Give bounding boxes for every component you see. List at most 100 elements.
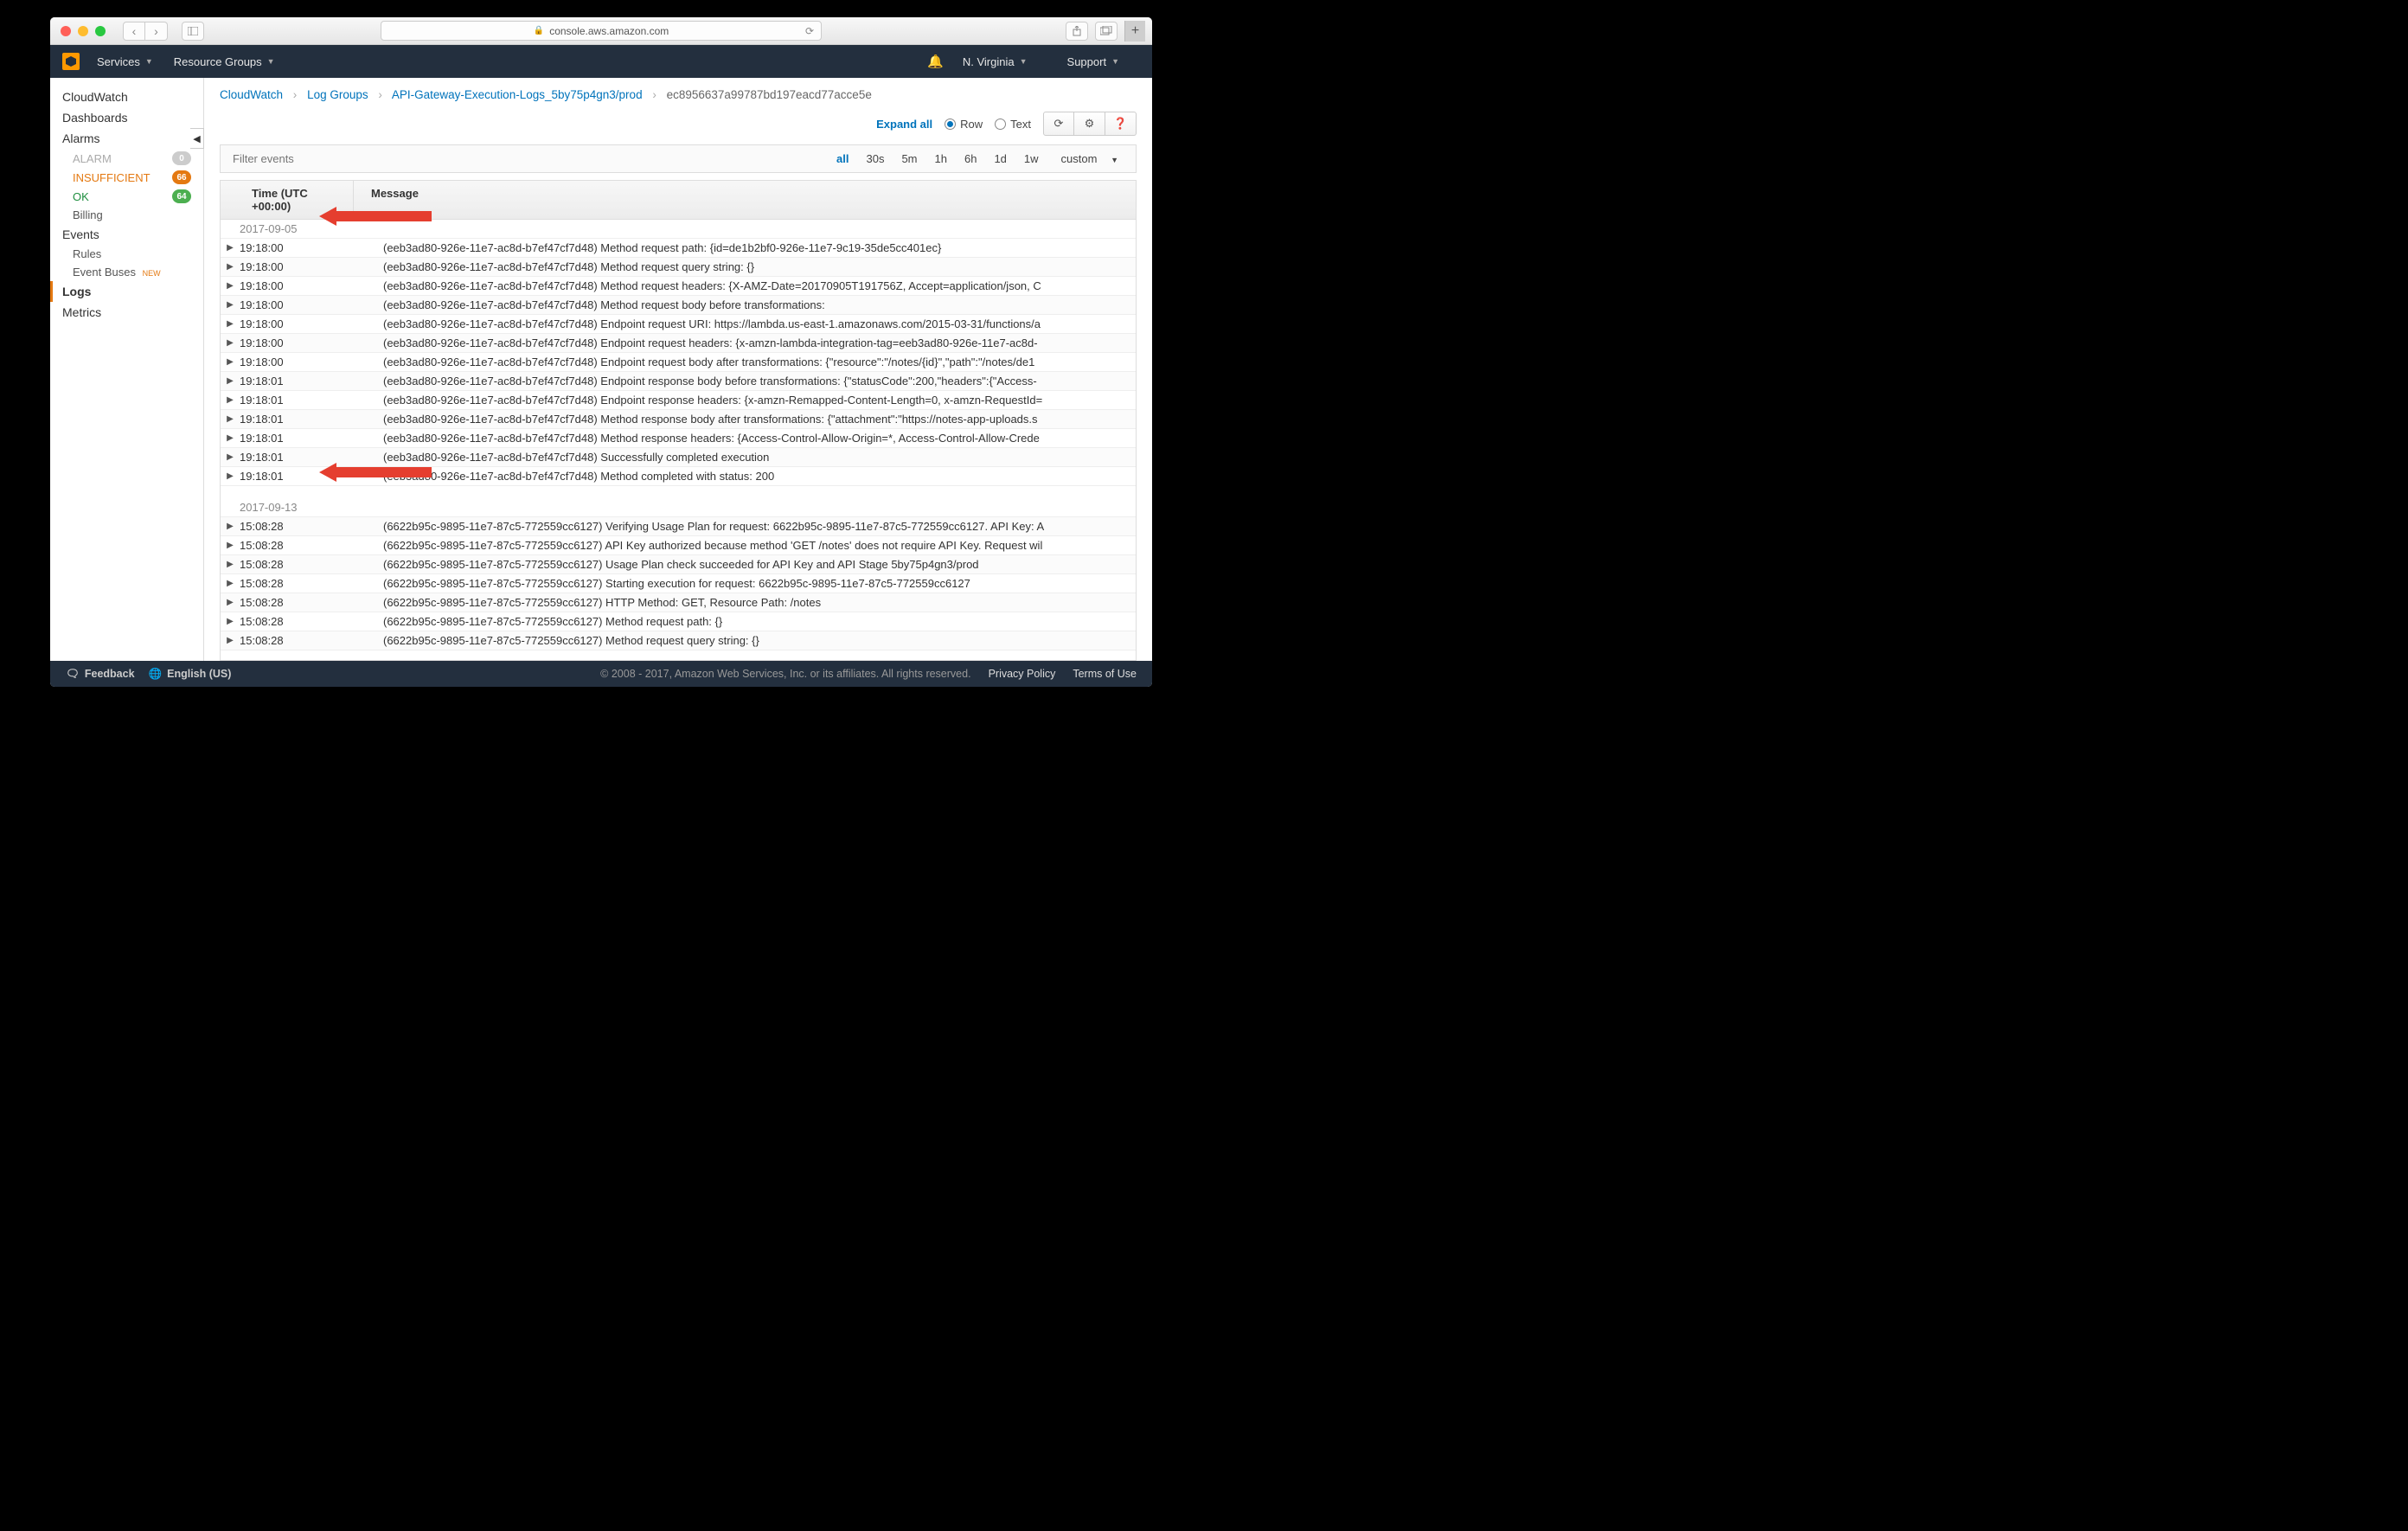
sidebar-alarms[interactable]: Alarms xyxy=(50,128,203,149)
region-menu[interactable]: N. Virginia ▼ xyxy=(963,55,1028,68)
reload-icon[interactable]: ⟳ xyxy=(805,25,814,37)
expand-row-icon[interactable]: ▶ xyxy=(221,319,240,329)
log-row[interactable]: ▶19:18:01(eeb3ad80-926e-11e7-ac8d-b7ef47… xyxy=(221,410,1136,429)
resource-groups-menu[interactable]: Resource Groups ▼ xyxy=(174,55,275,68)
expand-row-icon[interactable]: ▶ xyxy=(221,357,240,367)
minimize-window-button[interactable] xyxy=(78,26,88,36)
collapse-sidebar-button[interactable]: ◀ xyxy=(190,128,204,149)
expand-row-icon[interactable]: ▶ xyxy=(221,541,240,550)
aws-logo-icon[interactable] xyxy=(62,53,80,70)
help-button[interactable]: ❓ xyxy=(1105,112,1137,136)
expand-row-icon[interactable]: ▶ xyxy=(221,433,240,443)
sidebar-events[interactable]: Events xyxy=(50,224,203,245)
refresh-button[interactable]: ⟳ xyxy=(1043,112,1074,136)
range-5m[interactable]: 5m xyxy=(896,149,922,169)
log-time: 19:18:00 xyxy=(240,277,354,295)
log-row[interactable]: ▶15:08:28(6622b95c-9895-11e7-87c5-772559… xyxy=(221,517,1136,536)
expand-row-icon[interactable]: ▶ xyxy=(221,414,240,424)
row-radio[interactable]: Row xyxy=(945,118,983,131)
terms-of-use-link[interactable]: Terms of Use xyxy=(1073,668,1137,680)
breadcrumb-group[interactable]: API-Gateway-Execution-Logs_5by75p4gn3/pr… xyxy=(392,88,643,101)
range-1w[interactable]: 1w xyxy=(1019,149,1044,169)
log-row[interactable]: ▶19:18:00(eeb3ad80-926e-11e7-ac8d-b7ef47… xyxy=(221,277,1136,296)
sidebar-ok[interactable]: OK 64 xyxy=(50,187,203,206)
range-custom[interactable]: custom ▼ xyxy=(1051,149,1129,169)
new-tab-button[interactable]: + xyxy=(1124,21,1145,42)
expand-row-icon[interactable]: ▶ xyxy=(221,395,240,405)
range-30s[interactable]: 30s xyxy=(861,149,889,169)
log-row[interactable]: ▶19:18:00(eeb3ad80-926e-11e7-ac8d-b7ef47… xyxy=(221,239,1136,258)
log-row[interactable]: ▶19:18:00(eeb3ad80-926e-11e7-ac8d-b7ef47… xyxy=(221,353,1136,372)
tabs-button[interactable] xyxy=(1095,22,1118,41)
expand-row-icon[interactable]: ▶ xyxy=(221,598,240,607)
address-bar[interactable]: 🔒 console.aws.amazon.com ⟳ xyxy=(381,21,822,41)
log-row[interactable]: ▶15:08:28(6622b95c-9895-11e7-87c5-772559… xyxy=(221,593,1136,612)
range-all[interactable]: all xyxy=(831,149,854,169)
log-row[interactable]: ▶19:18:01(eeb3ad80-926e-11e7-ac8d-b7ef47… xyxy=(221,429,1136,448)
breadcrumb-cloudwatch[interactable]: CloudWatch xyxy=(220,88,283,101)
log-row[interactable]: ▶15:08:28(6622b95c-9895-11e7-87c5-772559… xyxy=(221,536,1136,555)
sidebar-logs[interactable]: Logs xyxy=(50,281,203,302)
zoom-window-button[interactable] xyxy=(95,26,106,36)
forward-button[interactable]: › xyxy=(145,22,168,41)
breadcrumb-log-groups[interactable]: Log Groups xyxy=(307,88,368,101)
column-time[interactable]: Time (UTC +00:00) xyxy=(221,181,354,219)
sidebar-insufficient[interactable]: INSUFFICIENT 66 xyxy=(50,168,203,187)
sidebar-event-buses[interactable]: Event Buses NEW xyxy=(50,263,203,281)
filter-row: all 30s 5m 1h 6h 1d 1w custom ▼ xyxy=(220,144,1137,173)
expand-row-icon[interactable]: ▶ xyxy=(221,579,240,588)
expand-row-icon[interactable]: ▶ xyxy=(221,452,240,462)
column-message[interactable]: Message xyxy=(354,181,1136,219)
settings-button[interactable]: ⚙ xyxy=(1074,112,1105,136)
share-button[interactable] xyxy=(1066,22,1088,41)
log-row[interactable]: ▶15:08:28(6622b95c-9895-11e7-87c5-772559… xyxy=(221,555,1136,574)
filter-events-input[interactable] xyxy=(221,145,824,172)
log-row[interactable]: ▶19:18:01(eeb3ad80-926e-11e7-ac8d-b7ef47… xyxy=(221,391,1136,410)
expand-row-icon[interactable]: ▶ xyxy=(221,617,240,626)
expand-row-icon[interactable]: ▶ xyxy=(221,636,240,645)
language-selector[interactable]: 🌐 English (US) xyxy=(149,668,232,681)
range-1h[interactable]: 1h xyxy=(930,149,952,169)
sidebar-dashboards[interactable]: Dashboards xyxy=(50,107,203,128)
log-row[interactable]: ▶19:18:00(eeb3ad80-926e-11e7-ac8d-b7ef47… xyxy=(221,315,1136,334)
expand-row-icon[interactable]: ▶ xyxy=(221,338,240,348)
sidebar-rules[interactable]: Rules xyxy=(50,245,203,263)
log-row[interactable]: ▶19:18:01(eeb3ad80-926e-11e7-ac8d-b7ef47… xyxy=(221,372,1136,391)
sidebar-cloudwatch[interactable]: CloudWatch xyxy=(50,86,203,107)
sidebar-billing[interactable]: Billing xyxy=(50,206,203,224)
log-time: 19:18:01 xyxy=(240,467,354,485)
expand-row-icon[interactable]: ▶ xyxy=(221,376,240,386)
services-menu[interactable]: Services ▼ xyxy=(97,55,153,68)
expand-row-icon[interactable]: ▶ xyxy=(221,522,240,531)
expand-row-icon[interactable]: ▶ xyxy=(221,471,240,481)
log-row[interactable]: ▶19:18:00(eeb3ad80-926e-11e7-ac8d-b7ef47… xyxy=(221,334,1136,353)
expand-row-icon[interactable]: ▶ xyxy=(221,560,240,569)
log-row[interactable]: ▶15:08:28(6622b95c-9895-11e7-87c5-772559… xyxy=(221,574,1136,593)
show-sidebar-button[interactable] xyxy=(182,22,204,41)
log-events-table[interactable]: Time (UTC +00:00) Message 2017-09-05▶19:… xyxy=(220,180,1137,661)
back-button[interactable]: ‹ xyxy=(123,22,145,41)
log-row[interactable]: ▶15:08:28(6622b95c-9895-11e7-87c5-772559… xyxy=(221,612,1136,631)
log-row[interactable]: ▶19:18:00(eeb3ad80-926e-11e7-ac8d-b7ef47… xyxy=(221,296,1136,315)
close-window-button[interactable] xyxy=(61,26,71,36)
notifications-icon[interactable]: 🔔 xyxy=(927,54,944,69)
log-time: 15:08:28 xyxy=(240,536,354,554)
log-row[interactable]: ▶19:18:00(eeb3ad80-926e-11e7-ac8d-b7ef47… xyxy=(221,258,1136,277)
feedback-link[interactable]: 🗨 Feedback xyxy=(66,668,135,681)
log-row[interactable]: ▶19:18:01(eeb3ad80-926e-11e7-ac8d-b7ef47… xyxy=(221,467,1136,486)
expand-all-link[interactable]: Expand all xyxy=(876,118,932,131)
expand-row-icon[interactable]: ▶ xyxy=(221,262,240,272)
range-6h[interactable]: 6h xyxy=(959,149,982,169)
log-row[interactable]: ▶15:08:28(6622b95c-9895-11e7-87c5-772559… xyxy=(221,631,1136,650)
text-radio[interactable]: Text xyxy=(995,118,1031,131)
range-1d[interactable]: 1d xyxy=(989,149,1011,169)
log-row[interactable]: ▶19:18:01(eeb3ad80-926e-11e7-ac8d-b7ef47… xyxy=(221,448,1136,467)
main-panel: CloudWatch › Log Groups › API-Gateway-Ex… xyxy=(204,78,1152,661)
support-menu[interactable]: Support ▼ xyxy=(1067,55,1119,68)
expand-row-icon[interactable]: ▶ xyxy=(221,300,240,310)
expand-row-icon[interactable]: ▶ xyxy=(221,281,240,291)
sidebar-alarm[interactable]: ALARM 0 xyxy=(50,149,203,168)
sidebar-metrics[interactable]: Metrics xyxy=(50,302,203,323)
expand-row-icon[interactable]: ▶ xyxy=(221,243,240,253)
privacy-policy-link[interactable]: Privacy Policy xyxy=(989,668,1056,680)
